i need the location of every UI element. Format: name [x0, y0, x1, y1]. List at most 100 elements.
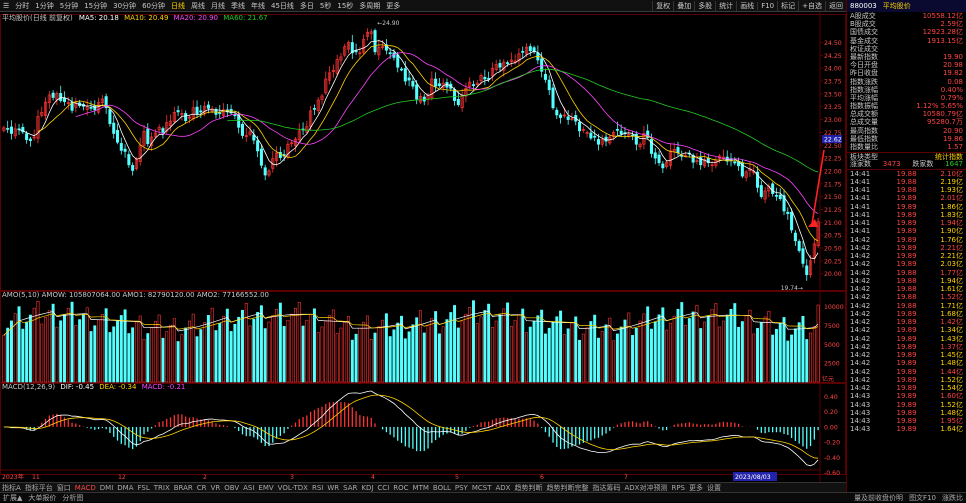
indicator-tab[interactable]: CCI: [375, 484, 391, 492]
indicator-tab[interactable]: RPS: [669, 484, 687, 492]
indicator-tab[interactable]: CR: [195, 484, 209, 492]
indicator-tab[interactable]: ROC: [391, 484, 410, 492]
chart-tool-button[interactable]: 标记: [777, 1, 798, 11]
price-tick-label: 22.00: [824, 168, 842, 175]
menu-icon[interactable]: ☰: [0, 2, 12, 10]
period-tab[interactable]: 45日线: [268, 1, 297, 11]
period-tab[interactable]: 1分钟: [32, 1, 56, 11]
price-tick-label: 20.00: [824, 271, 842, 278]
candle: [240, 123, 245, 136]
period-tab[interactable]: 分时: [12, 1, 32, 11]
period-tab[interactable]: 季线: [228, 1, 248, 11]
status-right-item[interactable]: 图文F10: [906, 493, 939, 503]
indicator-tab[interactable]: 指标平台: [23, 483, 55, 493]
indicator-tab[interactable]: 趋势判断: [512, 483, 544, 493]
chart-tool-button[interactable]: +自选: [798, 1, 825, 11]
amo-bar: [418, 310, 422, 383]
amo-bar: [150, 327, 154, 383]
indicator-tab[interactable]: ASI: [241, 484, 256, 492]
period-tab[interactable]: 5秒: [317, 1, 334, 11]
period-tab[interactable]: 多日: [297, 1, 317, 11]
indicator-tab[interactable]: FSL: [136, 484, 152, 492]
indicator-tab[interactable]: BRAR: [172, 484, 195, 492]
tick-price: 19.89: [896, 417, 917, 426]
chart-tool-button[interactable]: 返回: [825, 1, 846, 11]
tick-time: 14:42: [850, 301, 871, 310]
indicator-tab[interactable]: 更多: [687, 483, 705, 493]
status-right-item[interactable]: 量及前收盘价明: [851, 493, 906, 503]
amo-bar: [721, 320, 725, 383]
macd-dif: DIF: -0.45: [60, 383, 95, 391]
period-tab[interactable]: 日线: [168, 1, 188, 11]
amo-bar: [229, 331, 233, 383]
period-tab[interactable]: 5分钟: [57, 1, 81, 11]
tick-time: 14:42: [850, 384, 871, 393]
chart-tool-button[interactable]: 复权: [652, 1, 673, 11]
indicator-tab[interactable]: ADX对冲预测: [622, 483, 669, 493]
panel-frame: [0, 14, 846, 292]
main-indicator-caption: 平均股价(日线 前复权) MA5: 20.18 MA10: 20.49 MA20…: [2, 13, 268, 23]
ma10-value: MA10: 20.49: [124, 14, 169, 22]
indicator-tab[interactable]: ADX: [494, 484, 513, 492]
indicator-tab[interactable]: TRIX: [152, 484, 172, 492]
amo-bar: [771, 334, 775, 383]
period-tab[interactable]: 月线: [208, 1, 228, 11]
indicator-tab[interactable]: VR: [209, 484, 223, 492]
chart-tool-button[interactable]: 叠加: [673, 1, 694, 11]
amo-bar: [578, 339, 581, 383]
tick-price: 19.89: [896, 194, 917, 203]
indicator-tab[interactable]: MACD: [73, 484, 98, 492]
period-tab[interactable]: 更多: [383, 1, 403, 11]
status-item[interactable]: 大单报价: [25, 493, 59, 503]
indicator-tab[interactable]: KDJ: [359, 484, 375, 492]
candle: [593, 135, 597, 138]
amo-bar: [172, 318, 176, 383]
indicator-tab[interactable]: 指标A: [0, 483, 23, 493]
indicator-tab[interactable]: 指达筹码: [590, 483, 622, 493]
indicator-tab[interactable]: BOLL: [431, 484, 453, 492]
amo-bar: [17, 306, 21, 383]
period-tab[interactable]: 30分钟: [110, 1, 139, 11]
tick-amount: 1.48亿: [940, 359, 964, 368]
indicator-tab[interactable]: VOL-TDX: [276, 484, 310, 492]
stat-label: 平均涨幅: [850, 93, 878, 102]
status-item[interactable]: 扩展▲: [0, 493, 25, 503]
indicator-tab[interactable]: WR: [325, 484, 341, 492]
indicator-tab[interactable]: 趋势判断完整: [544, 483, 590, 493]
indicator-tab[interactable]: 窗口: [55, 483, 73, 493]
period-tab[interactable]: 15秒: [334, 1, 356, 11]
status-item[interactable]: 分析图: [59, 493, 86, 503]
period-tab[interactable]: 15分钟: [81, 1, 110, 11]
chart-tool-button[interactable]: 多股: [694, 1, 715, 11]
amo-bar: [631, 335, 635, 383]
amo-bar: [108, 332, 112, 383]
indicator-tab[interactable]: RSI: [310, 484, 325, 492]
period-tab[interactable]: 周线: [188, 1, 208, 11]
chart-tool-button[interactable]: F10: [757, 2, 777, 10]
indicator-tab[interactable]: SAR: [341, 484, 359, 492]
stat-row: 权证成交: [847, 45, 966, 53]
indicator-tab[interactable]: EMV: [256, 484, 275, 492]
status-bar: 扩展▲ 大单报价 分析图 量及前收盘价明 图文F10 涨跌比: [0, 492, 966, 502]
period-tab[interactable]: 60分钟: [139, 1, 168, 11]
indicator-tab[interactable]: 设置: [705, 483, 723, 493]
indicator-tab[interactable]: DMA: [115, 484, 135, 492]
chart-tool-button[interactable]: 统计: [715, 1, 736, 11]
tick-time: 14:41: [850, 219, 871, 228]
tick-list[interactable]: 14:41 19.88 2.10亿 14:41 19.88 2.19亿 14:41 19.88…: [847, 168, 966, 434]
period-tab[interactable]: 多周期: [356, 1, 383, 11]
indicator-tab[interactable]: OBV: [222, 484, 241, 492]
stat-row: A股成交 10558.12亿: [847, 12, 966, 20]
amo-bar: [562, 334, 566, 383]
status-right-item[interactable]: 涨跌比: [939, 493, 966, 503]
indicator-tab[interactable]: DMI: [98, 484, 116, 492]
indicator-tab[interactable]: PSY: [453, 484, 470, 492]
candle: [790, 211, 794, 231]
tick-price: 19.89: [896, 202, 917, 211]
candle: [661, 163, 665, 169]
chart-tool-button[interactable]: 画线: [736, 1, 757, 11]
indicator-tab[interactable]: MTM: [411, 484, 431, 492]
indicator-tab[interactable]: MCST: [470, 484, 494, 492]
period-tab[interactable]: 年线: [248, 1, 268, 11]
stat-row: 平均涨幅 0.79%: [847, 94, 966, 102]
